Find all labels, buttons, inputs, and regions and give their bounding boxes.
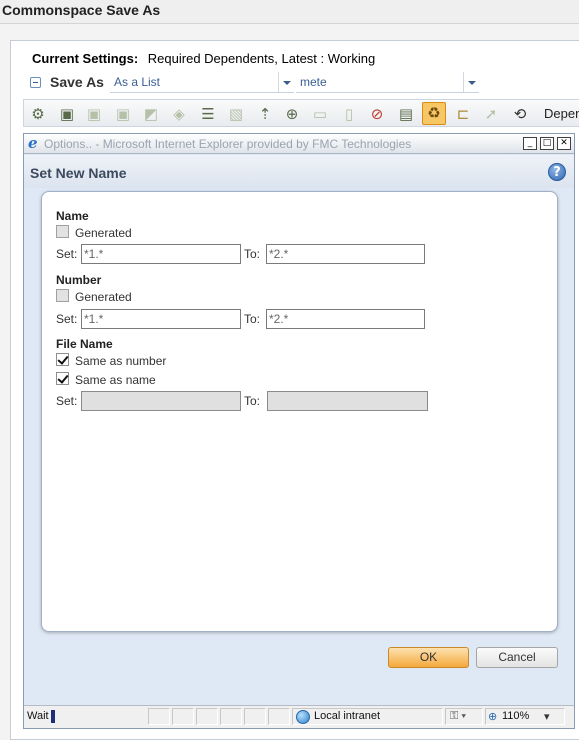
remove-icon[interactable]: ⊘ bbox=[367, 104, 387, 124]
rename-icon[interactable]: ▤ bbox=[396, 104, 416, 124]
image-icon[interactable]: ▧ bbox=[226, 104, 246, 124]
internet-explorer-icon: e bbox=[28, 134, 38, 152]
same-as-number-label: Same as number bbox=[75, 354, 167, 368]
number-to-label: To: bbox=[244, 312, 261, 326]
same-as-name-checkbox[interactable] bbox=[56, 372, 69, 385]
zoom-level[interactable]: 110% bbox=[502, 710, 529, 722]
save-as-row: Save As As a List mete bbox=[28, 72, 579, 94]
set-new-name-form: Name Generated Set: *1.* To: *2.* Number… bbox=[41, 191, 558, 632]
cancel-button[interactable]: Cancel bbox=[476, 647, 558, 668]
status-pane bbox=[172, 708, 194, 725]
file-name-section-title: File Name bbox=[56, 337, 113, 351]
status-pane bbox=[148, 708, 170, 725]
page-icon[interactable]: ▭ bbox=[310, 104, 330, 124]
save-as-label: Save As bbox=[50, 74, 104, 90]
name-generated-checkbox[interactable] bbox=[56, 225, 69, 238]
paste-icon[interactable]: ▣ bbox=[113, 104, 133, 124]
status-bar: Wait Local intranet ⚿ ▾ ⊕ 110% ▾ bbox=[24, 705, 574, 728]
name-field-row: Set: *1.* To: *2.* bbox=[56, 244, 496, 264]
file-name-to-input[interactable] bbox=[267, 391, 428, 411]
collapse-icon[interactable] bbox=[30, 77, 41, 88]
status-pane bbox=[244, 708, 266, 725]
globe-icon bbox=[296, 710, 310, 724]
frame-icon[interactable]: ▯ bbox=[339, 104, 359, 124]
dialog-titlebar[interactable]: e Options.. - Microsoft Internet Explore… bbox=[24, 134, 574, 154]
dialog-title: Options.. - Microsoft Internet Explorer … bbox=[44, 137, 412, 151]
zone-text: Local intranet bbox=[314, 710, 381, 722]
number-to-input[interactable]: *2.* bbox=[266, 309, 425, 329]
close-button[interactable]: ✕ bbox=[557, 137, 571, 150]
name-section-title: Name bbox=[56, 209, 89, 223]
chevron-down-icon[interactable] bbox=[463, 72, 479, 92]
comment-icon[interactable]: ◈ bbox=[169, 104, 189, 124]
status-pane bbox=[196, 708, 218, 725]
current-settings-label: Current Settings: bbox=[32, 51, 139, 66]
file-name-set-label: Set: bbox=[56, 394, 78, 408]
status-pane bbox=[220, 708, 242, 725]
file-name-set-input[interactable] bbox=[81, 391, 241, 411]
minimize-button[interactable]: _ bbox=[523, 137, 537, 150]
chevron-down-icon[interactable]: ▾ bbox=[544, 710, 550, 723]
number-set-label: Set: bbox=[56, 312, 78, 326]
file-name-field-row: Set: To: bbox=[56, 391, 496, 411]
zoom-icon[interactable]: ⊕ bbox=[488, 710, 497, 723]
mode-select-value: As a List bbox=[114, 75, 161, 89]
dialog-header: Set New Name ? bbox=[24, 155, 574, 188]
options-dialog: e Options.. - Microsoft Internet Explore… bbox=[23, 133, 575, 729]
number-generated-checkbox[interactable] bbox=[56, 289, 69, 302]
add-item-icon[interactable]: ▣ bbox=[57, 104, 77, 124]
edit-icon[interactable]: ◩ bbox=[141, 104, 161, 124]
help-icon[interactable]: ? bbox=[548, 163, 566, 181]
number-section-title: Number bbox=[56, 273, 102, 287]
name-to-label: To: bbox=[244, 247, 261, 261]
folder-icon[interactable]: ⊏ bbox=[453, 104, 473, 124]
tree-up-icon[interactable]: ⇡ bbox=[255, 104, 275, 124]
page-title: Commonspace Save As bbox=[0, 0, 579, 24]
name-set-label: Set: bbox=[56, 247, 78, 261]
number-field-row: Set: *1.* To: *2.* bbox=[56, 309, 496, 329]
tree-add-icon[interactable]: ⊕ bbox=[282, 104, 302, 124]
user-select[interactable]: mete bbox=[296, 72, 479, 93]
name-generated-label: Generated bbox=[75, 226, 132, 240]
number-generated-label: Generated bbox=[75, 290, 132, 304]
progress-indicator bbox=[51, 710, 55, 723]
user-select-value: mete bbox=[300, 75, 327, 89]
current-settings-value: Required Dependents, Latest : Working bbox=[147, 51, 376, 66]
export-icon[interactable]: ➚ bbox=[481, 104, 501, 124]
number-set-input[interactable]: *1.* bbox=[81, 309, 241, 329]
refresh-icon[interactable]: ⟲ bbox=[510, 104, 530, 124]
recycle-icon[interactable]: ♻ bbox=[422, 102, 446, 125]
same-as-name-label: Same as name bbox=[75, 373, 156, 387]
lock-icon[interactable]: ⚿ ▾ bbox=[450, 710, 466, 723]
status-text: Wait bbox=[27, 710, 49, 722]
chevron-down-icon[interactable] bbox=[278, 72, 294, 92]
name-set-input[interactable]: *1.* bbox=[81, 244, 241, 264]
settings-gear-icon[interactable]: ⚙ bbox=[28, 104, 48, 124]
ok-button[interactable]: OK bbox=[388, 647, 469, 668]
status-pane bbox=[268, 708, 290, 725]
same-as-number-checkbox[interactable] bbox=[56, 353, 69, 366]
toolbar: ⚙ ▣ ▣ ▣ ◩ ◈ ☰ ▧ ⇡ ⊕ ▭ ▯ ⊘ ▤ ♻ ⊏ ➚ ⟲ Depe… bbox=[23, 99, 579, 127]
copy-icon[interactable]: ▣ bbox=[84, 104, 104, 124]
mode-select[interactable]: As a List bbox=[110, 72, 294, 93]
maximize-button[interactable]: □ bbox=[540, 137, 554, 150]
list-icon[interactable]: ☰ bbox=[198, 104, 218, 124]
dependents-button[interactable]: Depen bbox=[544, 106, 579, 121]
current-settings: Current Settings: Required Dependents, L… bbox=[32, 51, 375, 66]
file-name-to-label: To: bbox=[244, 394, 261, 408]
dialog-heading: Set New Name bbox=[30, 165, 127, 181]
name-to-input[interactable]: *2.* bbox=[266, 244, 425, 264]
